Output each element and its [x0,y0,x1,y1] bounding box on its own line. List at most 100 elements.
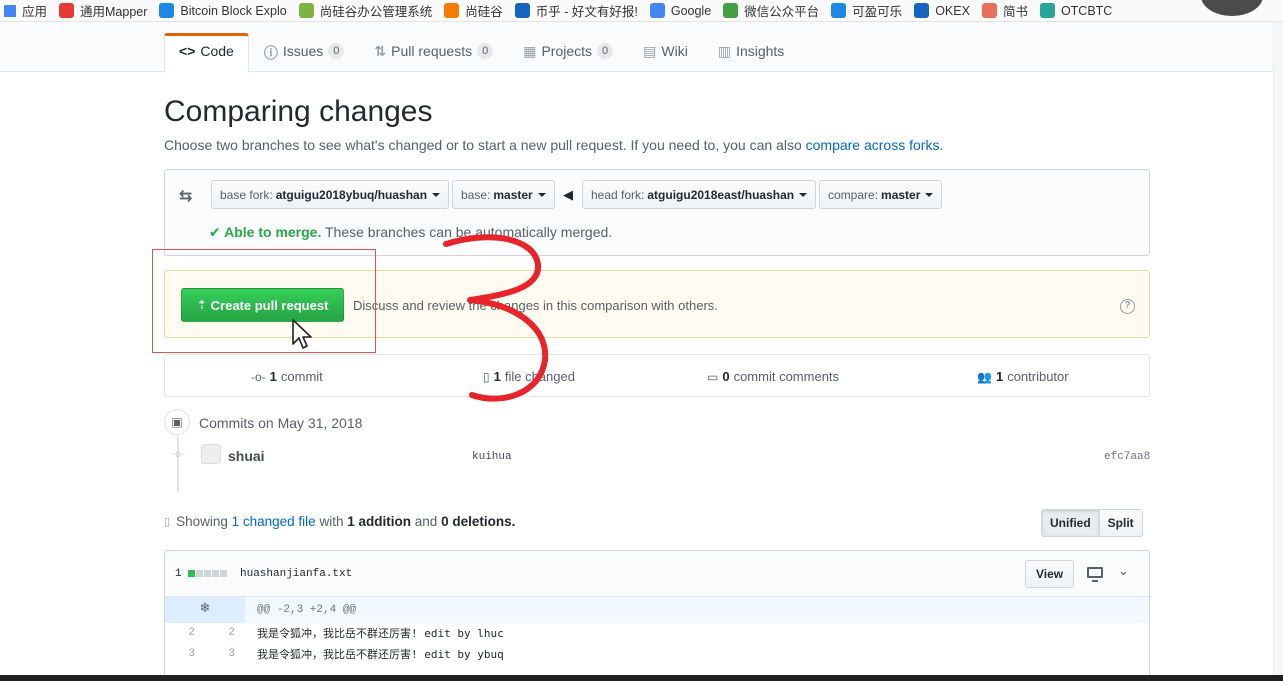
bookmark-label: 可盈可乐 [852,5,903,19]
diff-lines: 2 2 我是令狐冲，我比岳不群还厉害! edit by lhuc 3 3 我是令狐冲，我比… [165,623,1149,665]
pull-requests-counter: 0 [477,43,494,59]
files-summary[interactable]: ▯ 1 file changed [483,369,575,384]
project-icon: ▦ [523,43,537,59]
expand-icon[interactable]: ❄ [165,597,245,623]
tab-issues[interactable]: ⓘ Issues 0 [249,33,360,72]
bookmark-item[interactable]: 币乎 - 好文有好报! [514,1,638,20]
select-label: base: [461,187,491,202]
changed-files-link[interactable]: 1 changed file [232,514,316,529]
select-value: master [881,187,921,202]
bookmark-favicon-icon [59,3,75,18]
avatar[interactable] [201,444,221,464]
commit-sha[interactable]: efc7aa8 [1104,451,1150,463]
bookmark-favicon-icon [981,3,997,18]
bookmark-item[interactable]: 尚硅谷办公管理系统 [298,1,432,20]
bookmark-item[interactable]: Bitcoin Block Explo [159,3,287,18]
bookmark-item[interactable]: 通用Mapper [59,1,147,20]
bookmark-label: 微信公众平台 [744,5,820,19]
bookmark-item[interactable]: 微信公众平台 [723,1,819,20]
line-number[interactable]: 3 [165,644,205,665]
commits-count: 1 [269,369,277,384]
create-pr-description: Discuss and review the changes in this c… [353,298,718,313]
taskbar-strip [0,675,1283,681]
git-compare-icon: ⇆ [179,188,193,205]
tab-label: Code [200,43,234,59]
commit-message[interactable]: kuihua [472,451,512,463]
issues-counter: 0 [328,43,345,59]
bookmark-item[interactable]: OKEX [914,3,970,18]
mouse-cursor-icon [292,319,312,349]
pull-request-icon: ⇅ [374,43,387,59]
commit-dot-icon: -o- [171,449,185,460]
commit-author[interactable]: shuai [228,448,265,464]
unified-view-button[interactable]: Unified [1041,509,1100,537]
select-label: head fork: [591,187,645,202]
issue-icon: ⓘ [263,45,278,61]
file-header: 1 huashanjianfa.txt View ⌄ [165,551,1149,597]
repo-nav: <> Code ⓘ Issues 0 ⇅ Pull requests 0 ▦ Project… [0,22,1283,73]
diff-summary: ▯ Showing 1 changed file with 1 addition… [164,514,515,529]
caret-down-icon [537,192,546,197]
file-name[interactable]: huashanjianfa.txt [240,568,352,580]
bookmark-item[interactable]: 尚硅谷 [444,1,503,20]
commit-icon: -o- [251,369,266,384]
caret-down-icon [925,192,934,197]
tab-code[interactable]: <> Code [164,33,249,73]
bookmark-favicon-icon [649,3,665,18]
bookmark-favicon-icon [1039,3,1055,18]
timeline-line [177,436,179,492]
comments-count: 0 [722,369,730,384]
display-icon[interactable] [1087,567,1103,582]
chevron-down-icon[interactable]: ⌄ [1118,564,1129,579]
caret-down-icon [799,192,808,197]
bookmark-label: Bitcoin Block Explo [180,3,287,18]
line-number[interactable]: 2 [165,623,205,644]
scrollbar[interactable] [1273,22,1283,681]
code-line: 我是令狐冲，我比岳不群还厉害! edit by ybuq [257,648,504,661]
bookmark-item[interactable]: OTCBTC [1039,3,1113,18]
bookmark-favicon-icon [4,4,16,17]
range-editor: ⇆ base fork: atguigu2018ybuq/huashan base… [164,169,1150,256]
contributors-label: contributor [1007,369,1069,384]
select-label: compare: [828,187,879,202]
bookmark-favicon-icon [159,3,175,18]
files-label: file changed [504,369,575,384]
bookmarks-bar: 应用 通用Mapper Bitcoin Block Explo 尚硅谷办公管理系统 尚硅… [0,0,1283,22]
base-branch-select[interactable]: base: master [452,180,555,209]
deletions-count: 0 deletions. [441,514,516,529]
bookmark-item[interactable]: 可盈可乐 [831,1,902,20]
base-fork-select[interactable]: base fork: atguigu2018ybuq/huashan [211,180,450,209]
question-icon[interactable]: ? [1120,299,1135,314]
view-file-button[interactable]: View [1025,560,1075,588]
bookmark-favicon-icon [444,3,460,18]
split-view-button[interactable]: Split [1099,509,1143,537]
bookmark-item[interactable]: Google [649,3,711,18]
tab-label: Insights [736,43,785,59]
book-icon: ▤ [643,43,657,59]
comments-summary[interactable]: ▭ 0 commit comments [707,369,839,384]
tab-wiki[interactable]: ▤ Wiki [628,33,703,72]
commits-label: commit [280,369,323,384]
line-number[interactable]: 2 [205,623,245,644]
tab-label: Pull requests [391,43,473,59]
compare-across-forks-link[interactable]: compare across forks. [806,137,944,153]
bookmark-item[interactable]: 简书 [981,1,1028,20]
with-text: with [319,514,344,529]
bookmark-favicon-icon [723,3,739,18]
contributors-summary[interactable]: 👥 1 contributor [977,369,1069,384]
tab-insights[interactable]: ▥ Insights [703,33,799,72]
select-label: base fork: [220,187,273,202]
contributors-count: 1 [995,369,1004,384]
subtitle-text: Choose two branches to see what's change… [164,137,806,153]
tab-pull-requests[interactable]: ⇅ Pull requests 0 [359,33,508,72]
hunk-range: @@ -2,3 +2,4 @@ [257,604,357,616]
compare-branch-select[interactable]: compare: master [819,180,943,209]
tab-projects[interactable]: ▦ Projects 0 [508,33,628,72]
head-fork-select[interactable]: head fork: atguigu2018east/huashan [582,180,817,209]
bookmark-item[interactable]: 应用 [0,1,47,20]
diff-line: 2 2 我是令狐冲，我比岳不群还厉害! edit by lhuc [165,623,1149,644]
code-line: 我是令狐冲，我比岳不群还厉害! edit by lhuc [257,627,504,640]
bookmark-label: OTCBTC [1060,3,1113,18]
line-number[interactable]: 3 [205,644,245,665]
commits-summary[interactable]: -o- 1 commit [251,369,323,384]
